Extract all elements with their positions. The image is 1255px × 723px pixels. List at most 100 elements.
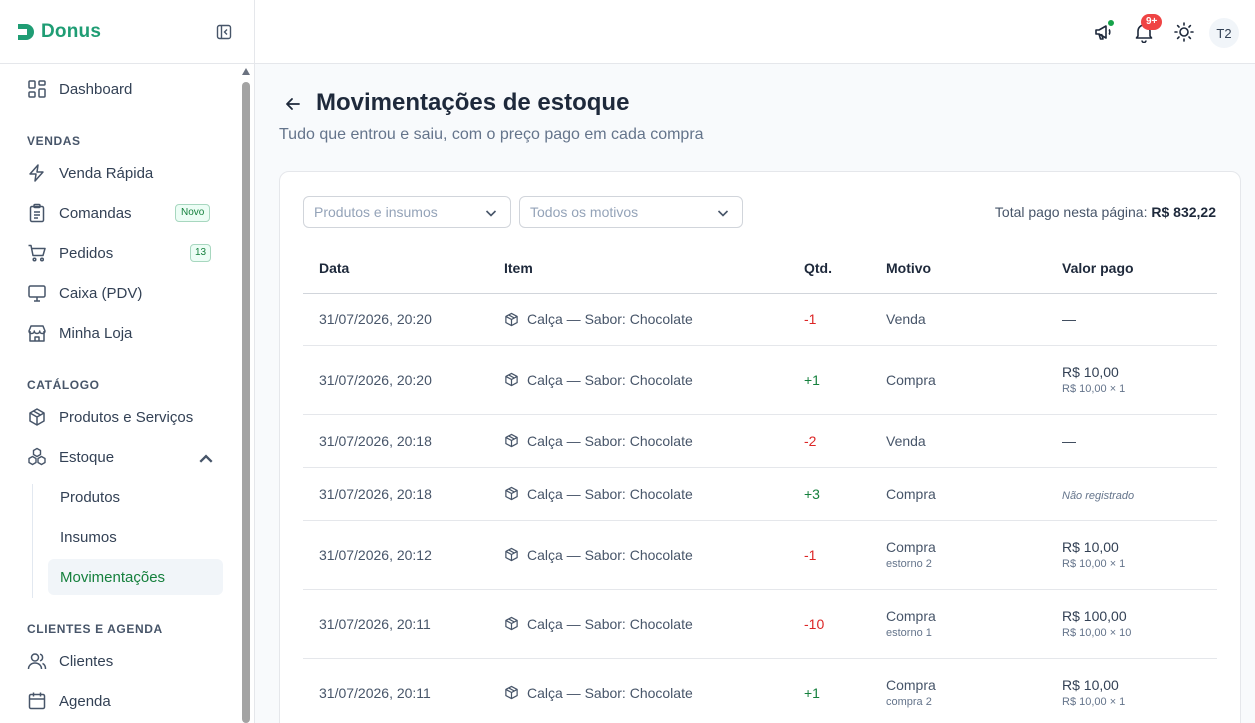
sidebar-subitem-movimentacoes[interactable]: Movimentações [48, 559, 223, 595]
cell-qty: -1 [804, 520, 886, 590]
cell-paid: — [1062, 293, 1217, 346]
cell-paid: — [1062, 414, 1217, 468]
cell-item: Calça — Sabor: Chocolate [504, 414, 804, 468]
package-icon [505, 486, 518, 501]
cell-item: Calça — Sabor: Chocolate [504, 520, 804, 590]
reason-detail: compra 2 [886, 696, 932, 708]
sidebar-scrollbar[interactable] [241, 64, 251, 723]
paid-value: — [1062, 432, 1076, 449]
paid-value: Não registrado [1062, 489, 1135, 502]
page-total-value: R$ 832,22 [1151, 204, 1216, 220]
cell-qty: +3 [804, 467, 886, 521]
paid-value: R$ 10,00 [1062, 364, 1119, 380]
item-link[interactable]: Calça — Sabor: Chocolate [504, 311, 804, 327]
dashboard-icon [28, 80, 46, 98]
sidebar-item-dashboard[interactable]: Dashboard [16, 71, 224, 107]
sidebar-item-pedidos[interactable]: Pedidos 13 [16, 235, 224, 271]
chevron-down-icon [485, 210, 497, 217]
reason-value: Compra [886, 677, 936, 693]
cell-reason: Compra [886, 345, 1062, 415]
cell-qty: -10 [804, 589, 886, 659]
cell-paid: R$ 100,00 R$ 10,00 × 10 [1062, 589, 1217, 659]
store-icon [28, 325, 46, 342]
table-row: 31/07/2026, 20:11 Calça — Sabor: Chocolat… [303, 658, 1217, 723]
item-link[interactable]: Calça — Sabor: Chocolate [504, 685, 804, 701]
arrow-left-icon[interactable] [283, 94, 303, 114]
item-link[interactable]: Calça — Sabor: Chocolate [504, 616, 804, 632]
cell-date: 31/07/2026, 20:11 [303, 658, 504, 723]
cell-paid: Não registrado [1062, 467, 1217, 521]
cell-paid: R$ 10,00 R$ 10,00 × 1 [1062, 345, 1217, 415]
paid-value: — [1062, 311, 1076, 327]
sidebar-item-label: Estoque [59, 448, 115, 466]
boxes-icon [28, 447, 46, 466]
reason-detail: estorno 2 [886, 558, 932, 570]
sidebar-item-label: Clientes [59, 652, 114, 670]
sidebar-item-label: Venda Rápida [59, 164, 154, 182]
item-link[interactable]: Calça — Sabor: Chocolate [504, 433, 804, 449]
brand-name: Donus [41, 20, 102, 42]
col-paid: Valor pago [1062, 244, 1217, 294]
notifications-badge: 9+ [1141, 14, 1163, 30]
cell-date: 31/07/2026, 20:12 [303, 520, 504, 590]
paid-breakdown: R$ 10,00 × 1 [1062, 558, 1126, 570]
cell-reason: Venda [886, 293, 1062, 346]
type-filter-select[interactable]: Produtos e insumos [303, 196, 511, 228]
orders-count-badge: 13 [190, 244, 211, 262]
sidebar-item-label: Minha Loja [59, 324, 133, 342]
sidebar-item-label: Comandas [59, 204, 132, 222]
package-icon [505, 685, 518, 700]
box-icon [29, 408, 45, 426]
cell-date: 31/07/2026, 20:18 [303, 414, 504, 468]
item-link[interactable]: Calça — Sabor: Chocolate [504, 372, 804, 388]
page-title: Movimentações de estoque [316, 89, 630, 116]
item-link[interactable]: Calça — Sabor: Chocolate [504, 486, 804, 502]
table-row: 31/07/2026, 20:11 Calça — Sabor: Chocolat… [303, 589, 1217, 659]
table-row: 31/07/2026, 20:20 Calça — Sabor: Chocolat… [303, 345, 1217, 415]
scroll-up-arrow[interactable] [242, 68, 250, 75]
col-item: Item [504, 244, 804, 294]
paid-breakdown: R$ 10,00 × 10 [1062, 627, 1132, 639]
sidebar-item-minha-loja[interactable]: Minha Loja [16, 315, 224, 351]
sidebar-subitem-insumos[interactable]: Insumos [48, 519, 223, 555]
item-name: Calça — Sabor: Chocolate [527, 615, 693, 632]
sidebar-item-produtos-servicos[interactable]: Produtos e Serviços [16, 399, 224, 435]
avatar[interactable]: T2 [1209, 18, 1239, 48]
reason-filter-select[interactable]: Todos os motivos [519, 196, 743, 228]
package-icon [505, 616, 518, 631]
paid-value: R$ 100,00 [1062, 608, 1127, 624]
chevron-up-icon[interactable] [196, 449, 216, 469]
sidebar-item-estoque[interactable]: Estoque [16, 439, 224, 475]
donus-logo-icon [18, 23, 34, 40]
sidebar-item-clientes[interactable]: Clientes [16, 643, 224, 679]
item-name: Calça — Sabor: Chocolate [527, 546, 693, 563]
cell-item: Calça — Sabor: Chocolate [504, 345, 804, 415]
paid-breakdown: R$ 10,00 × 1 [1062, 696, 1126, 708]
sidebar-item-comandas[interactable]: Comandas Novo [16, 195, 224, 231]
package-icon [505, 547, 518, 562]
scrollbar-thumb[interactable] [242, 82, 250, 723]
sidebar-item-agenda[interactable]: Agenda [16, 683, 224, 719]
sidebar-item-venda-rapida[interactable]: Venda Rápida [16, 155, 224, 191]
item-name: Calça — Sabor: Chocolate [527, 311, 693, 327]
movements-card: Produtos e insumos Todos os motivos Tota… [279, 171, 1241, 723]
item-name: Calça — Sabor: Chocolate [527, 684, 693, 701]
sun-icon[interactable] [1173, 21, 1195, 43]
page-total-label: Total pago nesta página: [994, 204, 1148, 220]
table-header-row: Data Item Qtd. Motivo Valor pago [303, 244, 1217, 294]
sidebar-subitem-produtos[interactable]: Produtos [48, 479, 223, 515]
users-icon [27, 653, 47, 670]
sidebar-collapse-icon[interactable] [216, 24, 232, 40]
submenu-line [32, 484, 33, 598]
reason-detail: estorno 1 [886, 627, 932, 639]
item-link[interactable]: Calça — Sabor: Chocolate [504, 547, 804, 563]
table-row: 31/07/2026, 20:12 Calça — Sabor: Chocolat… [303, 520, 1217, 590]
sidebar-item-label: Agenda [59, 692, 111, 710]
table-row: 31/07/2026, 20:18 Calça — Sabor: Chocolat… [303, 467, 1217, 521]
type-filter-value: Produtos e insumos [314, 204, 438, 220]
cell-item: Calça — Sabor: Chocolate [504, 589, 804, 659]
sidebar-item-caixa[interactable]: Caixa (PDV) [16, 275, 224, 311]
clipboard-icon [29, 203, 45, 223]
section-catalogo: CATÁLOGO [27, 378, 100, 392]
announcement-dot [1107, 19, 1115, 27]
